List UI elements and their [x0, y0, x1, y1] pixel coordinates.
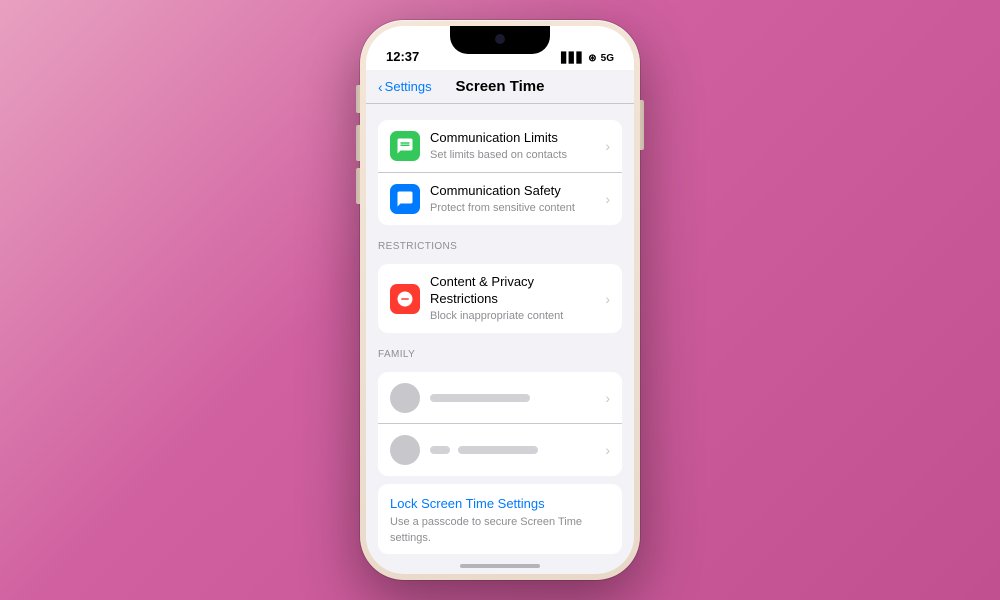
power-button[interactable]: [640, 100, 644, 150]
family-label: FAMILY: [366, 341, 634, 364]
communication-limits-icon: [390, 131, 420, 161]
status-time: 12:37: [386, 49, 419, 64]
camera: [495, 34, 505, 44]
volume-down-button[interactable]: [356, 168, 360, 204]
chevron-right-icon: ›: [605, 138, 610, 154]
family-name-blur-2: [458, 446, 538, 454]
content-privacy-item[interactable]: Content & Privacy Restrictions Block ina…: [378, 264, 622, 333]
lock-screen-description: Use a passcode to secure Screen Time set…: [390, 515, 610, 546]
communication-limits-item[interactable]: Communication Limits Set limits based on…: [378, 120, 622, 173]
family-name-short: [430, 446, 450, 454]
family-member-1-name: [430, 394, 601, 402]
family-name-blur-1: [430, 394, 530, 402]
communication-group: Communication Limits Set limits based on…: [378, 120, 622, 225]
back-button[interactable]: ‹ Settings: [378, 79, 432, 95]
chevron-right-icon-2: ›: [605, 191, 610, 207]
page-title: Screen Time: [456, 78, 545, 95]
phone-device: 12:37 ▋▋▋ ⊛ 5G ‹ Settings Screen Time: [360, 20, 640, 580]
home-indicator[interactable]: [460, 564, 540, 568]
communication-safety-title: Communication Safety: [430, 183, 601, 200]
communication-safety-icon: [390, 184, 420, 214]
lock-screen-group: Lock Screen Time Settings Use a passcode…: [378, 484, 622, 554]
family-member-2[interactable]: ›: [378, 424, 622, 476]
content-privacy-title: Content & Privacy Restrictions: [430, 274, 601, 308]
avatar-1: [390, 383, 420, 413]
chevron-right-icon-5: ›: [605, 442, 610, 458]
phone-screen: 12:37 ▋▋▋ ⊛ 5G ‹ Settings Screen Time: [366, 26, 634, 574]
scroll-content[interactable]: Communication Limits Set limits based on…: [366, 104, 634, 562]
avatar-2: [390, 435, 420, 465]
content-privacy-subtitle: Block inappropriate content: [430, 309, 601, 323]
communication-limits-title: Communication Limits: [430, 130, 601, 147]
family-member-1[interactable]: ›: [378, 372, 622, 424]
chevron-right-icon-4: ›: [605, 390, 610, 406]
back-chevron-icon: ‹: [378, 79, 383, 95]
restrictions-group: Content & Privacy Restrictions Block ina…: [378, 264, 622, 333]
status-icons: ▋▋▋ ⊛ 5G: [561, 53, 614, 64]
communication-safety-text: Communication Safety Protect from sensit…: [430, 183, 601, 215]
wifi-icon: ⊛: [588, 53, 596, 64]
lock-screen-section: Lock Screen Time Settings Use a passcode…: [378, 484, 622, 554]
communication-limits-subtitle: Set limits based on contacts: [430, 148, 601, 162]
silent-switch[interactable]: [356, 85, 360, 113]
lock-screen-link[interactable]: Lock Screen Time Settings: [390, 496, 610, 511]
signal-icon: ▋▋▋: [561, 53, 584, 64]
volume-up-button[interactable]: [356, 125, 360, 161]
chevron-right-icon-3: ›: [605, 291, 610, 307]
navigation-bar: ‹ Settings Screen Time: [366, 70, 634, 104]
restrictions-label: RESTRICTIONS: [366, 233, 634, 256]
back-label: Settings: [385, 79, 432, 94]
communication-safety-subtitle: Protect from sensitive content: [430, 201, 601, 215]
communication-limits-text: Communication Limits Set limits based on…: [430, 130, 601, 162]
family-name-row: [430, 446, 601, 454]
battery-label: 5G: [601, 53, 614, 64]
notch: [450, 26, 550, 54]
content-privacy-text: Content & Privacy Restrictions Block ina…: [430, 274, 601, 323]
family-member-2-name: [430, 446, 601, 454]
status-bar: 12:37 ▋▋▋ ⊛ 5G: [366, 26, 634, 70]
family-group: › ›: [378, 372, 622, 476]
communication-safety-item[interactable]: Communication Safety Protect from sensit…: [378, 173, 622, 225]
content-privacy-icon: [390, 284, 420, 314]
